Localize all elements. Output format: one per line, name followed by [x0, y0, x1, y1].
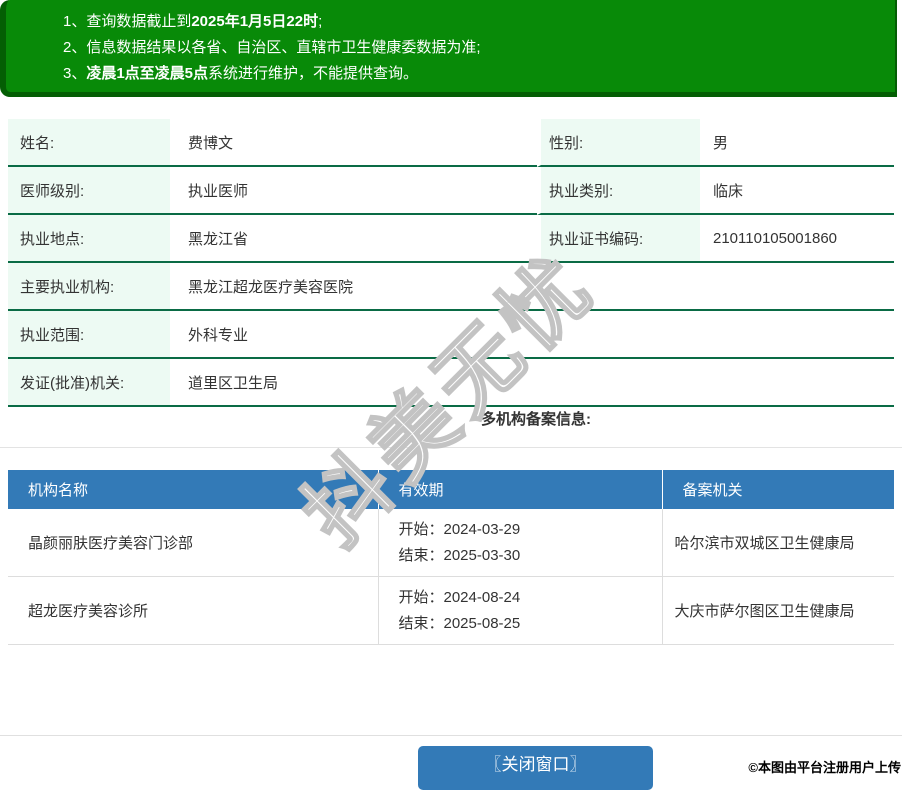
- gender-label: 性别:: [537, 119, 700, 167]
- validity-start: 开始：2024-08-24: [398, 588, 521, 606]
- main-institution-value: 黑龙江超龙医疗美容医院: [170, 263, 894, 311]
- table-row: 发证(批准)机关: 道里区卫生局: [8, 359, 894, 407]
- notice-line-1-bold: 2025年1月5日22时: [191, 13, 319, 30]
- notice-line-3: 3、凌晨1点至凌晨5点系统进行维护，不能提供查询。: [63, 61, 895, 87]
- validity-period: 开始：2024-08-24 结束：2025-08-25: [378, 576, 663, 645]
- filing-section-title: 多机构备案信息:: [481, 411, 591, 428]
- notice-line-1-suffix: ;: [318, 13, 323, 30]
- column-header-authority: 备案机关: [662, 470, 894, 509]
- filing-header-row: 机构名称 有效期 备案机关: [8, 470, 894, 509]
- doctor-info-table: 姓名: 费博文 性别: 男 医师级别: 执业医师 执业类别: 临床 执业地点: …: [8, 119, 894, 407]
- table-row: 姓名: 费博文 性别: 男: [8, 119, 894, 167]
- doctor-level-value: 执业医师: [170, 167, 537, 215]
- notice-line-3-suffix: 系统进行维护，不能提供查询。: [208, 65, 419, 82]
- column-header-institution: 机构名称: [8, 470, 379, 509]
- practice-location-label: 执业地点:: [8, 215, 170, 263]
- institution-name: 晶颜丽肤医疗美容门诊部: [8, 509, 379, 577]
- validity-period: 开始：2024-03-29 结束：2025-03-30: [378, 509, 663, 577]
- notice-line-1: 1、查询数据截止到2025年1月5日22时;: [63, 9, 895, 35]
- filing-authority: 哈尔滨市双城区卫生健康局: [662, 509, 894, 577]
- table-row: 超龙医疗美容诊所 开始：2024-08-24 结束：2025-08-25 大庆市…: [8, 576, 894, 645]
- practice-location-value: 黑龙江省: [170, 215, 537, 263]
- name-value: 费博文: [170, 119, 537, 167]
- column-header-validity: 有效期: [378, 470, 663, 509]
- issuing-authority-label: 发证(批准)机关:: [8, 359, 170, 407]
- certificate-number-value: 210110105001860: [700, 215, 894, 263]
- institution-name: 超龙医疗美容诊所: [8, 576, 379, 645]
- close-window-button[interactable]: 〖关闭窗口〗: [418, 746, 653, 790]
- practice-scope-value: 外科专业: [170, 311, 894, 359]
- notice-line-1-text: 1、查询数据截止到: [63, 13, 192, 30]
- notice-line-3-text: 3、: [63, 65, 87, 82]
- notice-line-2: 2、信息数据结果以各省、自治区、直辖市卫生健康委数据为准;: [63, 35, 895, 61]
- validity-start: 开始：2024-03-29: [398, 520, 521, 538]
- certificate-number-label: 执业证书编码:: [537, 215, 700, 263]
- footer-divider: [0, 735, 902, 736]
- table-row: 主要执业机构: 黑龙江超龙医疗美容医院: [8, 263, 894, 311]
- validity-end: 结束：2025-08-25: [398, 614, 521, 632]
- gender-value: 男: [700, 119, 894, 167]
- section-divider: [0, 447, 902, 448]
- main-institution-label: 主要执业机构:: [8, 263, 170, 311]
- filing-table: 机构名称 有效期 备案机关 晶颜丽肤医疗美容门诊部 开始：2024-03-29 …: [8, 470, 894, 645]
- table-row: 执业地点: 黑龙江省 执业证书编码: 210110105001860: [8, 215, 894, 263]
- table-row: 医师级别: 执业医师 执业类别: 临床: [8, 167, 894, 215]
- table-row: 晶颜丽肤医疗美容门诊部 开始：2024-03-29 结束：2025-03-30 …: [8, 509, 894, 577]
- copyright-watermark-text: ©本图由平台注册用户上传: [748, 760, 901, 775]
- doctor-level-label: 医师级别:: [8, 167, 170, 215]
- notice-line-3-bold: 凌晨1点至凌晨5点: [86, 65, 209, 82]
- practice-scope-label: 执业范围:: [8, 311, 170, 359]
- notice-line-2-text: 2、信息数据结果以各省、自治区、直辖市卫生健康委数据为准;: [63, 39, 481, 56]
- validity-end: 结束：2025-03-30: [398, 546, 521, 564]
- notice-banner: 1、查询数据截止到2025年1月5日22时; 2、信息数据结果以各省、自治区、直…: [0, 0, 897, 97]
- practice-category-label: 执业类别:: [537, 167, 700, 215]
- filing-authority: 大庆市萨尔图区卫生健康局: [662, 576, 894, 645]
- table-row: 执业范围: 外科专业: [8, 311, 894, 359]
- practice-category-value: 临床: [700, 167, 894, 215]
- issuing-authority-value: 道里区卫生局: [170, 359, 894, 407]
- name-label: 姓名:: [8, 119, 170, 167]
